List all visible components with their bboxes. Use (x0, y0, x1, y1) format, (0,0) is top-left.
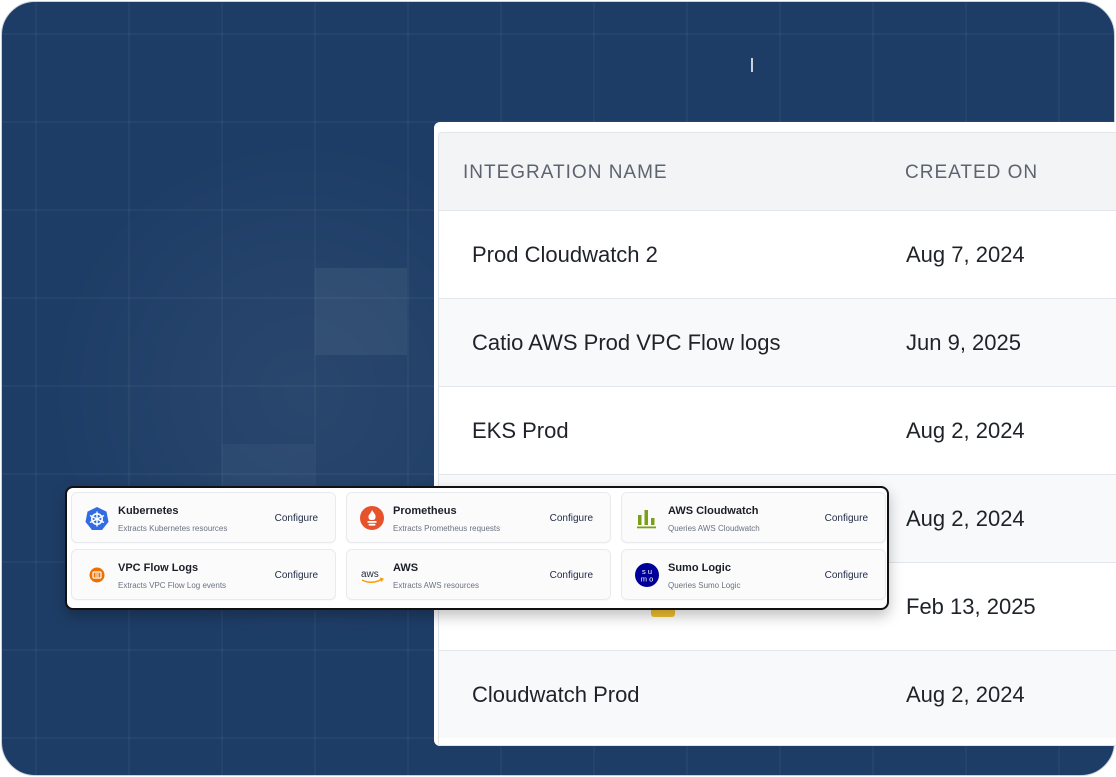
svg-text:m o: m o (641, 575, 654, 584)
text-cursor (751, 58, 753, 72)
integrations-table: INTEGRATION NAME CREATED ON Prod Cloudwa… (438, 132, 1116, 746)
created-on-cell: Aug 2, 2024 (906, 418, 1025, 443)
integration-name: Sumo Logic (668, 562, 731, 574)
sumo-logic-icon: s u m o (635, 563, 659, 587)
integration-name: VPC Flow Logs (118, 562, 199, 574)
integration-card-kubernetes[interactable]: Kubernetes Extracts Kubernetes resources… (71, 492, 336, 543)
integration-name: AWS (393, 562, 419, 574)
created-on-cell: Feb 13, 2025 (906, 594, 1036, 619)
table-row[interactable]: Prod Cloudwatch 2 Aug 7, 2024 (439, 210, 1116, 298)
integration-description: Extracts VPC Flow Log events (118, 581, 227, 590)
integration-name-cell: Catio AWS Prod VPC Flow logs (472, 330, 781, 355)
integration-name-cell: Cloudwatch Prod (472, 682, 640, 707)
configure-button[interactable]: Configure (275, 570, 318, 581)
created-on-cell: Jun 9, 2025 (906, 330, 1021, 355)
integration-description: Queries AWS Cloudwatch (668, 524, 760, 533)
aws-icon: aws (360, 563, 385, 587)
configure-button[interactable]: Configure (550, 513, 593, 524)
grid-tile (222, 444, 314, 488)
table-row[interactable]: Catio AWS Prod VPC Flow logs Jun 9, 2025 (439, 298, 1116, 386)
cloudwatch-icon (635, 506, 659, 530)
integration-description: Queries Sumo Logic (668, 581, 741, 590)
grid-tile (315, 268, 407, 355)
integration-description: Extracts Prometheus requests (393, 524, 501, 533)
integration-description: Extracts Kubernetes resources (118, 524, 228, 533)
integration-card-aws-cloudwatch[interactable]: AWS Cloudwatch Queries AWS Cloudwatch Co… (621, 492, 886, 543)
prometheus-icon (360, 506, 384, 530)
integration-name: AWS Cloudwatch (668, 505, 759, 517)
configure-button[interactable]: Configure (275, 513, 318, 524)
kubernetes-icon (85, 506, 109, 530)
configure-button[interactable]: Configure (825, 513, 868, 524)
integration-card-vpc-flow-logs[interactable]: VPC Flow Logs Extracts VPC Flow Log even… (71, 549, 336, 600)
integration-card-aws[interactable]: aws AWS Extracts AWS resources Configure (346, 549, 611, 600)
svg-text:aws: aws (361, 569, 379, 580)
integration-name-cell: Prod Cloudwatch 2 (472, 242, 658, 267)
integration-name: Prometheus (393, 505, 457, 517)
column-header-created-on[interactable]: CREATED ON (905, 162, 1038, 184)
table-row[interactable]: EKS Prod Aug 2, 2024 (439, 386, 1116, 474)
integrations-table-card: INTEGRATION NAME CREATED ON Prod Cloudwa… (434, 122, 1116, 746)
integration-card-prometheus[interactable]: Prometheus Extracts Prometheus requests … (346, 492, 611, 543)
created-on-cell: Aug 2, 2024 (906, 682, 1025, 707)
integration-description: Extracts AWS resources (393, 581, 479, 590)
integration-picker: Kubernetes Extracts Kubernetes resources… (65, 486, 889, 610)
integration-name: Kubernetes (118, 505, 179, 517)
configure-button[interactable]: Configure (550, 570, 593, 581)
vpc-flow-logs-icon (85, 563, 109, 587)
integration-name-cell: EKS Prod (472, 418, 569, 443)
configure-button[interactable]: Configure (825, 570, 868, 581)
table-row[interactable]: Cloudwatch Prod Aug 2, 2024 (439, 650, 1116, 738)
integration-card-sumo-logic[interactable]: s u m o Sumo Logic Queries Sumo Logic Co… (621, 549, 886, 600)
table-header: INTEGRATION NAME CREATED ON (439, 133, 1116, 210)
column-header-integration-name[interactable]: INTEGRATION NAME (463, 162, 668, 184)
created-on-cell: Aug 2, 2024 (906, 506, 1025, 531)
created-on-cell: Aug 7, 2024 (906, 242, 1025, 267)
